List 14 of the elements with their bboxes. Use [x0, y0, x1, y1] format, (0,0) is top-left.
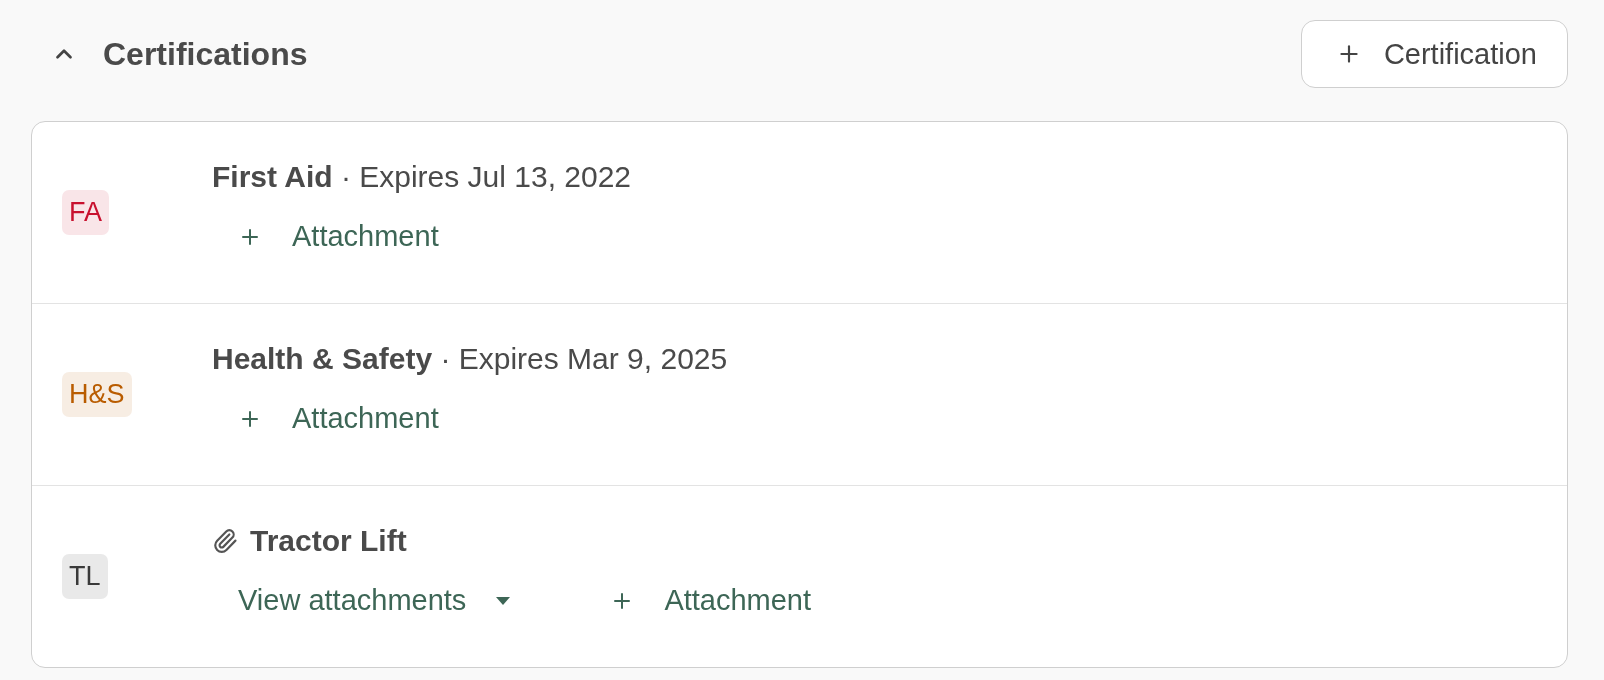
certification-badge: TL — [62, 554, 108, 599]
certification-title: First Aid · Expires Jul 13, 2022 — [212, 160, 632, 194]
add-attachment-button[interactable]: Attachment — [230, 396, 447, 441]
add-attachment-button[interactable]: Attachment — [602, 578, 820, 623]
certification-badge: FA — [62, 190, 109, 235]
certification-title: Tractor Lift — [250, 524, 407, 558]
caret-icon — [496, 596, 511, 605]
paperclip-icon — [212, 528, 238, 554]
certification-badge: H&S — [62, 372, 132, 417]
view-attachments-button[interactable]: View attachments — [230, 578, 519, 623]
add-certification-button[interactable]: Certification — [1300, 20, 1568, 88]
certification-title: Health & Safety · Expires Mar 9, 2025 — [212, 342, 728, 376]
section-title: Certifications — [103, 35, 308, 73]
add-attachment-button[interactable]: Attachment — [230, 214, 447, 259]
